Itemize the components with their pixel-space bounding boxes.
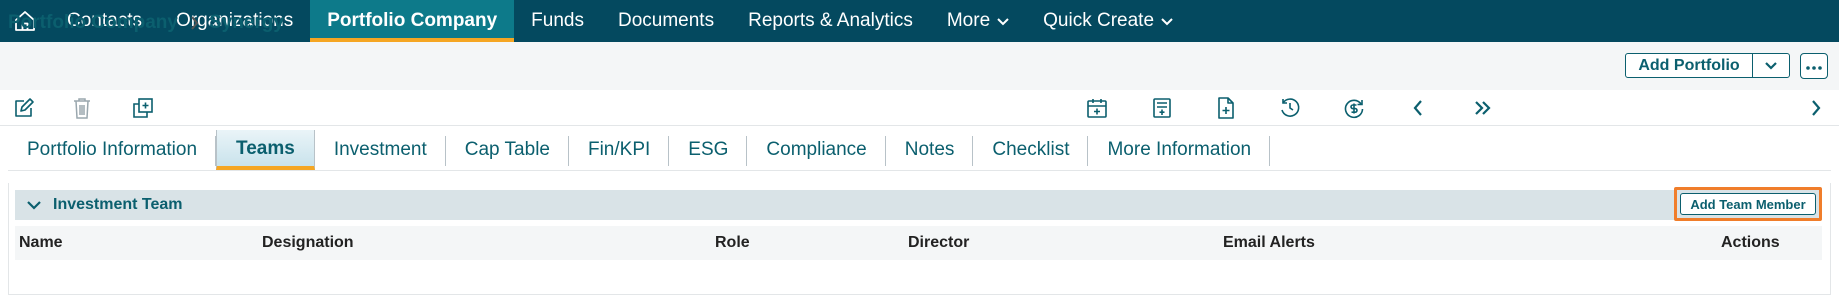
calendar-add-icon[interactable] xyxy=(1084,96,1110,120)
previous-icon[interactable] xyxy=(1405,96,1431,120)
column-designation: Designation xyxy=(262,234,354,251)
currency-refresh-icon[interactable] xyxy=(1341,96,1367,120)
form-icon[interactable] xyxy=(1149,96,1175,120)
add-portfolio-button[interactable]: Add Portfolio xyxy=(1626,54,1753,77)
nav-funds-label: Funds xyxy=(531,10,584,31)
tab-label: Investment xyxy=(333,139,427,160)
nav-documents[interactable]: Documents xyxy=(601,0,731,42)
tab-label: ESG xyxy=(688,139,729,160)
tab-cap-table[interactable]: Cap Table xyxy=(446,130,570,170)
nav-quick-create-label: Quick Create xyxy=(1043,10,1155,31)
more-options-button[interactable] xyxy=(1800,53,1828,79)
nav-more-label: More xyxy=(946,10,991,31)
tab-label: Cap Table xyxy=(464,139,550,160)
chevron-right-icon xyxy=(190,16,199,30)
tab-investment[interactable]: Investment xyxy=(315,130,446,170)
column-email-alerts: Email Alerts xyxy=(1223,234,1315,251)
nav-funds[interactable]: Funds xyxy=(514,0,601,42)
tab-compliance[interactable]: Compliance xyxy=(747,130,887,170)
tab-label: Teams xyxy=(236,138,295,159)
double-next-icon[interactable] xyxy=(1470,96,1496,120)
section-title: Investment Team xyxy=(53,196,183,213)
tabs-divider xyxy=(8,170,1831,171)
edit-icon[interactable] xyxy=(11,96,37,120)
tab-label: Compliance xyxy=(766,139,867,160)
nav-documents-label: Documents xyxy=(617,10,715,31)
tab-label: Portfolio Information xyxy=(27,139,198,160)
add-portfolio-dropdown[interactable] xyxy=(1753,54,1789,77)
tab-checklist[interactable]: Checklist xyxy=(973,130,1089,170)
document-add-icon[interactable] xyxy=(1213,96,1239,120)
breadcrumb: Portfolio Company Synergy xyxy=(8,12,284,34)
nav-reports-analytics[interactable]: Reports & Analytics xyxy=(731,0,930,42)
record-toolbar xyxy=(0,90,1839,126)
column-role: Role xyxy=(715,234,750,251)
column-director: Director xyxy=(908,234,970,251)
chevron-down-icon xyxy=(1765,57,1777,75)
chevron-down-icon[interactable] xyxy=(27,200,41,210)
tab-label: Notes xyxy=(904,139,955,160)
next-icon[interactable] xyxy=(1803,96,1829,120)
investment-team-header[interactable]: Investment Team xyxy=(15,190,1822,220)
nav-more[interactable]: More xyxy=(930,0,1026,42)
nav-quick-create[interactable]: Quick Create xyxy=(1026,0,1190,42)
team-table-header: Name Designation Role Director Email Ale… xyxy=(15,226,1822,260)
nav-portfolio-company[interactable]: Portfolio Company xyxy=(310,0,515,42)
nav-portfolio-company-label: Portfolio Company xyxy=(327,10,498,31)
tab-label: Fin/KPI xyxy=(587,139,651,160)
tab-more-information[interactable]: More Information xyxy=(1088,130,1270,170)
breadcrumb-bar xyxy=(0,42,1839,90)
ellipsis-icon xyxy=(1806,57,1822,75)
add-team-member-button[interactable]: Add Team Member xyxy=(1680,193,1816,215)
tab-teams[interactable]: Teams xyxy=(216,130,315,170)
add-team-member-highlight: Add Team Member xyxy=(1674,187,1822,221)
chevron-down-icon xyxy=(1161,10,1173,32)
tab-esg[interactable]: ESG xyxy=(669,130,748,170)
history-icon[interactable] xyxy=(1277,96,1303,120)
breadcrumb-synergy: Synergy xyxy=(208,12,284,33)
add-portfolio-split-button: Add Portfolio xyxy=(1625,53,1790,78)
record-tabs: Portfolio Information Teams Investment C… xyxy=(8,130,1270,170)
tab-portfolio-information[interactable]: Portfolio Information xyxy=(8,130,217,170)
duplicate-icon[interactable] xyxy=(130,96,156,120)
tab-notes[interactable]: Notes xyxy=(886,130,974,170)
nav-reports-analytics-label: Reports & Analytics xyxy=(748,10,913,31)
trash-icon[interactable] xyxy=(69,96,95,120)
chevron-down-icon xyxy=(997,10,1009,32)
tab-label: More Information xyxy=(1107,139,1252,160)
tab-fin-kpi[interactable]: Fin/KPI xyxy=(569,130,670,170)
breadcrumb-portfolio-company[interactable]: Portfolio Company xyxy=(8,12,178,34)
tab-label: Checklist xyxy=(992,139,1070,160)
column-actions: Actions xyxy=(1721,234,1780,251)
column-name: Name xyxy=(19,234,63,251)
